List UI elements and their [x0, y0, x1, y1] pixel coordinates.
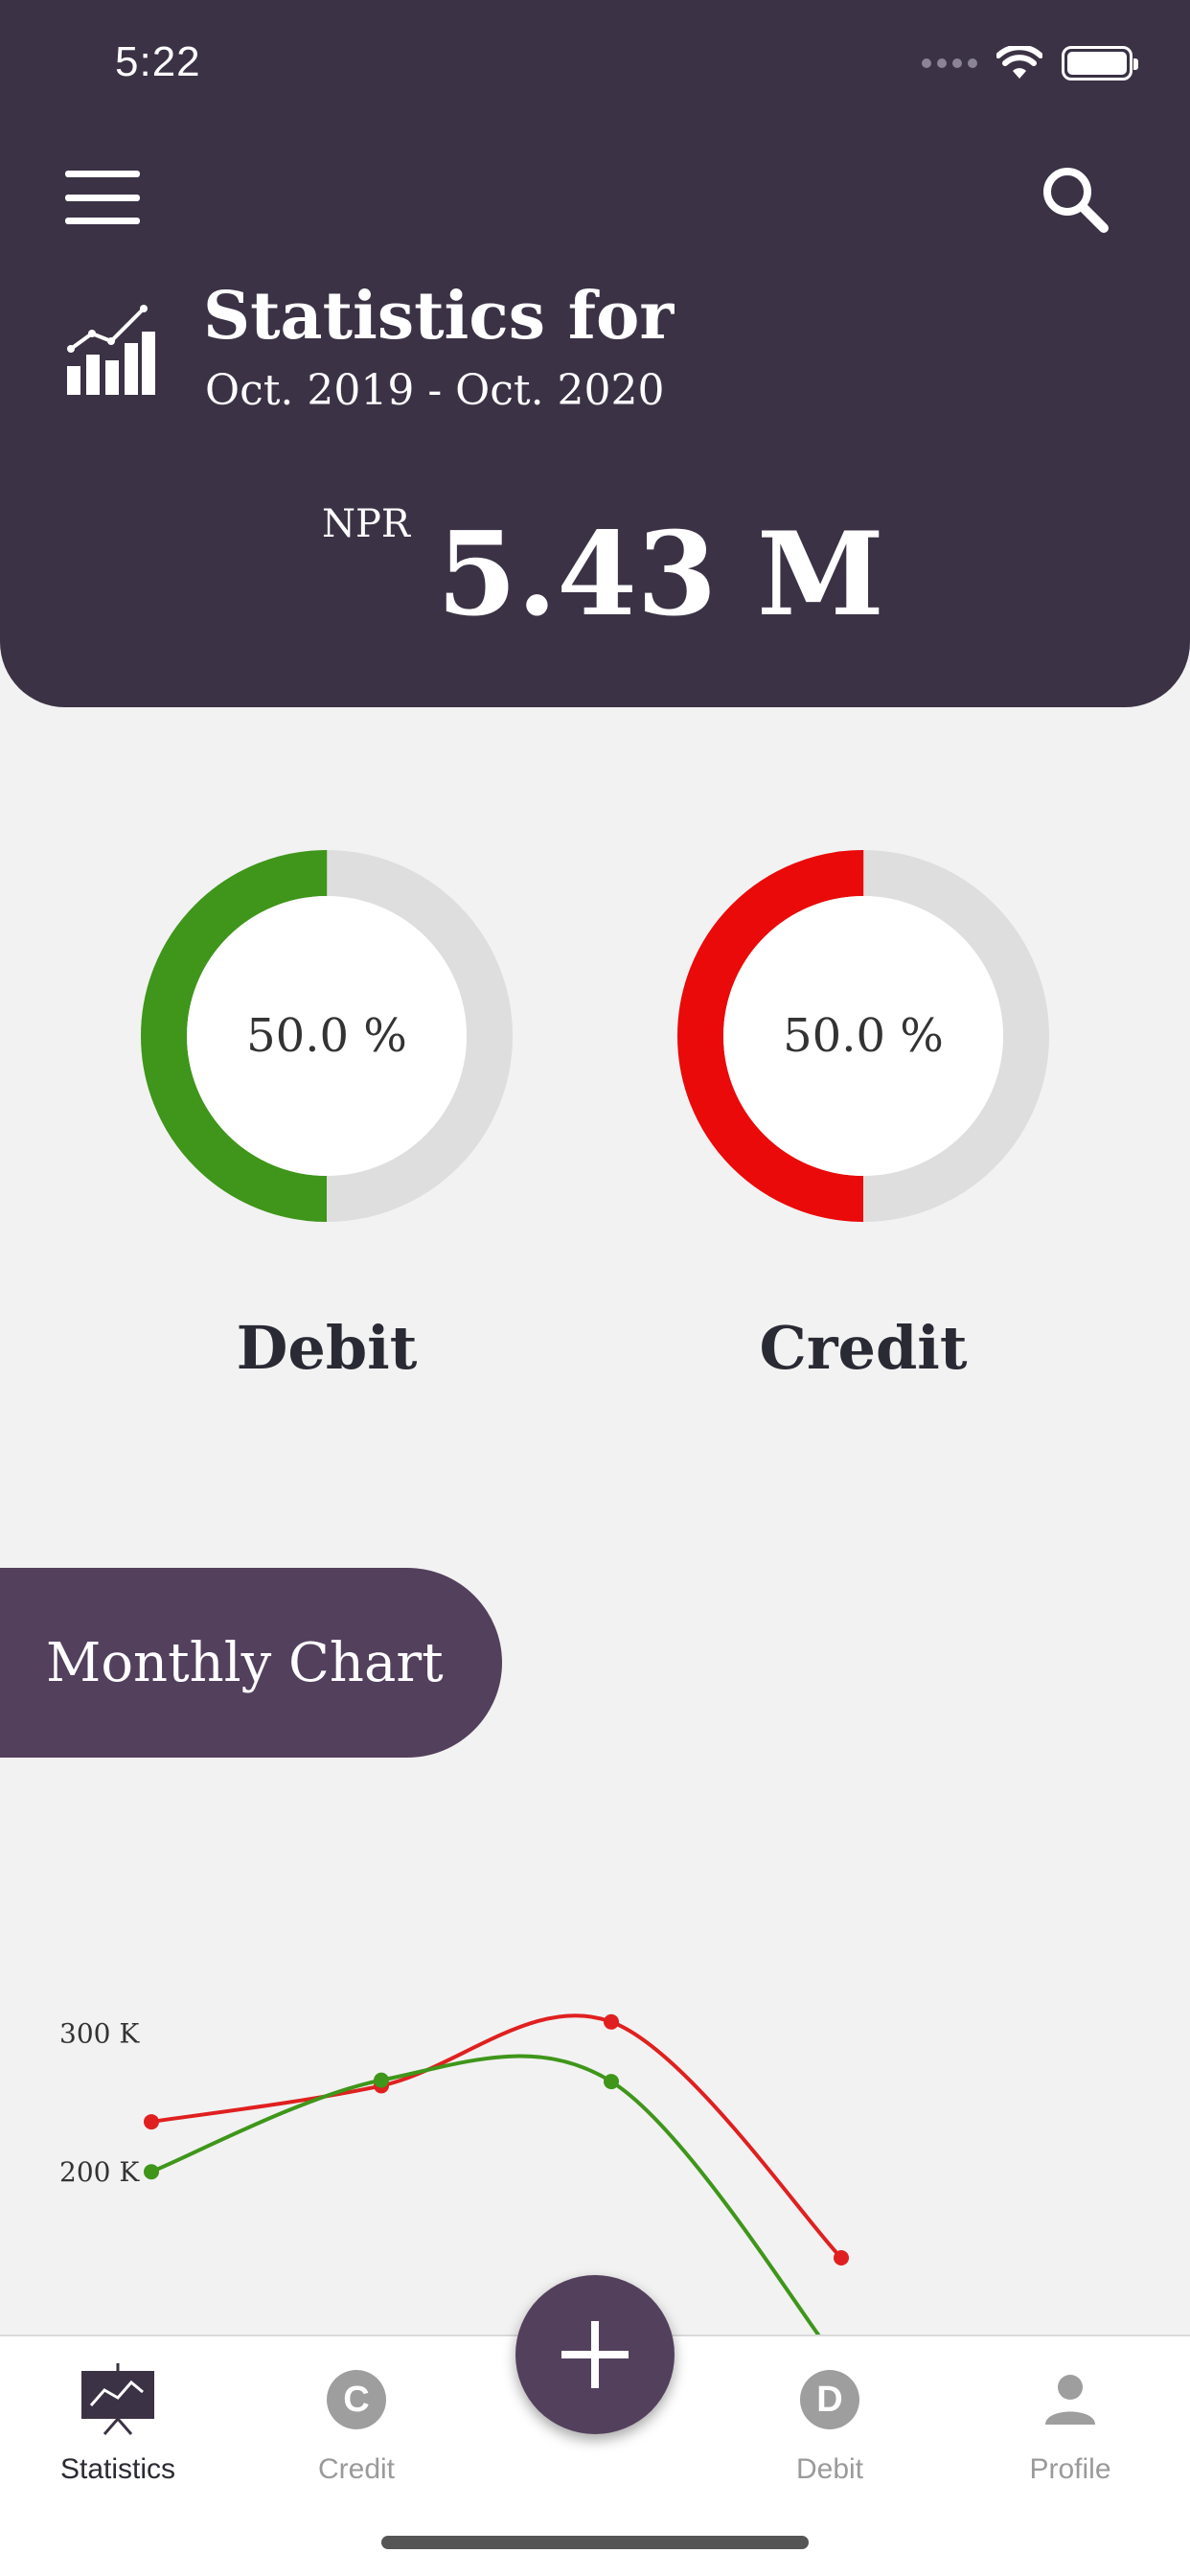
credit-donut: 50.0 % [676, 849, 1050, 1223]
nav-item-statistics[interactable]: Statistics [22, 2361, 214, 2486]
nav-label-profile: Profile [1029, 2453, 1111, 2485]
nav-label-statistics: Statistics [59, 2453, 176, 2485]
credit-percent: 50.0 % [783, 1009, 944, 1063]
data-point [604, 2074, 619, 2090]
home-indicator [381, 2536, 809, 2549]
debit-label: Debit [236, 1313, 418, 1383]
person-icon [1032, 2361, 1109, 2438]
presentation-chart-icon [80, 2361, 156, 2438]
nav-label-credit: Credit [317, 2453, 396, 2485]
period-range: Oct. 2019 - Oct. 2020 [205, 366, 665, 415]
data-point [144, 2164, 159, 2180]
series-line-1 [150, 2054, 824, 2338]
debit-donut: 50.0 % [140, 849, 514, 1223]
page-title: Statistics for [203, 278, 675, 355]
wifi-icon [996, 46, 1042, 79]
status-icons [922, 46, 1138, 80]
monthly-chart-tab[interactable]: Monthly Chart [0, 1568, 502, 1758]
credit-label: Credit [759, 1313, 968, 1383]
nav-item-credit[interactable]: C Credit [261, 2361, 452, 2486]
header: 5:22 Statistics for Oct. 2019 - Oct. 202… [0, 0, 1190, 707]
status-time: 5:22 [115, 38, 201, 85]
bar-chart-trend-icon [67, 305, 155, 395]
data-point [374, 2072, 389, 2088]
total-amount: 5.43 M [437, 507, 884, 642]
nav-item-debit[interactable]: D Debit [734, 2361, 926, 2486]
nav-item-profile[interactable]: Profile [974, 2361, 1166, 2486]
debit-letter-icon: D [800, 2370, 859, 2429]
debit-percent: 50.0 % [246, 1009, 407, 1063]
y-tick-label: 300 K [59, 2017, 140, 2049]
menu-button[interactable] [65, 171, 140, 224]
data-point [604, 2013, 619, 2030]
search-icon[interactable] [1037, 161, 1113, 238]
add-transaction-button[interactable] [515, 2275, 675, 2434]
cellular-signal-icon [922, 58, 977, 68]
data-point [144, 2114, 159, 2130]
plus-icon [561, 2321, 629, 2388]
nav-label-debit: Debit [795, 2453, 864, 2485]
battery-icon [1062, 46, 1138, 80]
y-tick-label: 200 K [59, 2156, 140, 2188]
credit-letter-icon: C [327, 2370, 386, 2429]
data-point [834, 2250, 849, 2266]
currency-label: NPR [322, 502, 411, 546]
